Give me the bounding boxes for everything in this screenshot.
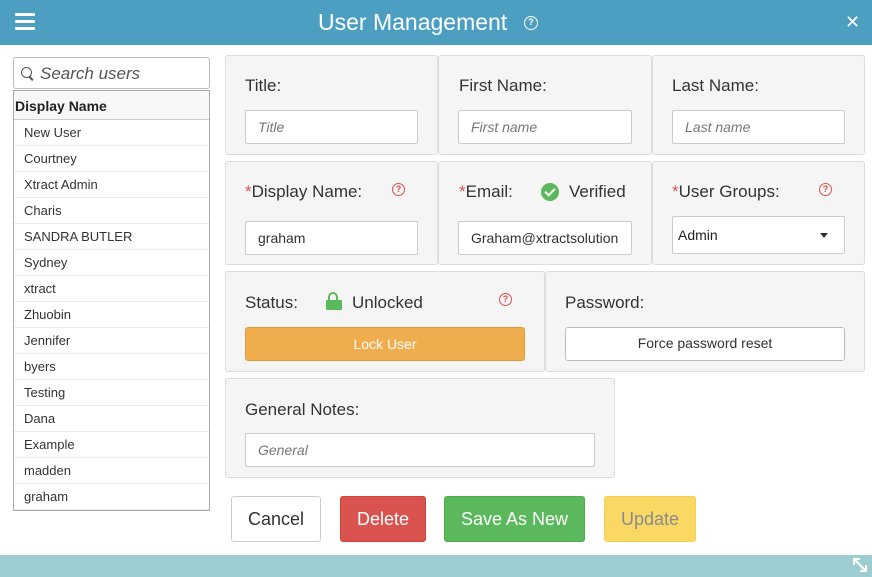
user-list-item[interactable]: Xtract Admin (14, 172, 209, 198)
user-groups-select[interactable]: Admin (672, 216, 845, 254)
user-list-item[interactable]: Charis (14, 198, 209, 224)
verified-check-icon (541, 183, 559, 201)
general-notes-input[interactable] (245, 433, 595, 467)
password-label: Password: (565, 293, 645, 312)
user-list-item[interactable]: SANDRA BUTLER (14, 224, 209, 250)
status-label: Status: (245, 293, 298, 312)
force-password-reset-button[interactable]: Force password reset (565, 327, 845, 361)
hamburger-icon[interactable] (15, 13, 35, 30)
chevron-down-icon (820, 233, 828, 238)
delete-button[interactable]: Delete (340, 496, 426, 542)
required-mark: * (459, 182, 466, 201)
save-as-new-button[interactable]: Save As New (444, 496, 585, 542)
user-list-item[interactable]: xtract (14, 276, 209, 302)
email-verified-text: Verified (569, 182, 626, 201)
user-groups-panel: *User Groups: ? Admin (652, 161, 865, 265)
title-bar: User Management ? ✕ (0, 0, 872, 45)
user-groups-label: *User Groups: (672, 182, 780, 202)
display-name-label-text: Display Name: (251, 182, 363, 201)
user-list-item[interactable]: graham (14, 484, 209, 510)
last-name-panel: Last Name: (652, 55, 865, 155)
unlocked-icon (326, 292, 342, 310)
user-list-item[interactable]: Dana (14, 406, 209, 432)
user-groups-help-icon[interactable]: ? (819, 183, 832, 196)
last-name-input[interactable] (672, 110, 845, 144)
first-name-panel: First Name: (438, 55, 652, 155)
last-name-label: Last Name: (672, 76, 759, 95)
status-help-icon[interactable]: ? (499, 293, 512, 306)
required-mark: * (672, 182, 679, 201)
user-list-item[interactable]: Zhuobin (14, 302, 209, 328)
user-list-item[interactable]: Testing (14, 380, 209, 406)
user-list-item[interactable]: madden (14, 458, 209, 484)
general-notes-panel: General Notes: (225, 378, 615, 478)
user-groups-label-text: User Groups: (678, 182, 780, 201)
user-list-item[interactable]: byers (14, 354, 209, 380)
display-name-label: *Display Name: (245, 182, 362, 202)
title-input[interactable] (245, 110, 418, 144)
status-value: Unlocked (352, 293, 423, 312)
status-panel: Status: Unlocked ? Lock User (225, 271, 545, 372)
search-icon (21, 67, 33, 79)
user-list-item[interactable]: Courtney (14, 146, 209, 172)
user-groups-selected: Admin (678, 227, 718, 243)
user-list-item[interactable]: Sydney (14, 250, 209, 276)
search-box (13, 57, 210, 89)
user-list-item[interactable]: Example (14, 432, 209, 458)
email-panel: *Email: Verified (438, 161, 652, 265)
list-header: Display Name (14, 91, 209, 120)
cancel-button[interactable]: Cancel (231, 496, 321, 542)
required-mark: * (245, 182, 252, 201)
bottom-bar (0, 555, 872, 577)
title-panel: Title: (225, 55, 438, 155)
close-icon[interactable]: ✕ (845, 12, 860, 32)
update-button[interactable]: Update (604, 496, 696, 542)
display-name-input[interactable] (245, 221, 418, 255)
display-name-panel: *Display Name: ? (225, 161, 438, 265)
search-input[interactable] (40, 61, 205, 87)
lock-user-button[interactable]: Lock User (245, 327, 525, 361)
general-notes-label: General Notes: (245, 400, 360, 419)
email-label-text: Email: (465, 182, 513, 201)
title-help-icon[interactable]: ? (524, 16, 538, 30)
password-panel: Password: Force password reset (545, 271, 865, 372)
display-name-help-icon[interactable]: ? (392, 183, 405, 196)
user-list-item[interactable]: New User (14, 120, 209, 146)
user-list: Display Name New User Courtney Xtract Admi… (13, 90, 210, 511)
email-label: *Email: (459, 182, 513, 202)
user-items: New User Courtney Xtract Admin Charis SANDRA… (14, 120, 209, 510)
user-list-item[interactable]: Jennifer (14, 328, 209, 354)
first-name-input[interactable] (458, 110, 632, 144)
email-input[interactable] (458, 221, 632, 255)
title-label: Title: (245, 76, 282, 95)
window-title: User Management (318, 9, 508, 35)
first-name-label: First Name: (459, 76, 547, 95)
resize-diagonal-icon[interactable] (851, 556, 869, 574)
